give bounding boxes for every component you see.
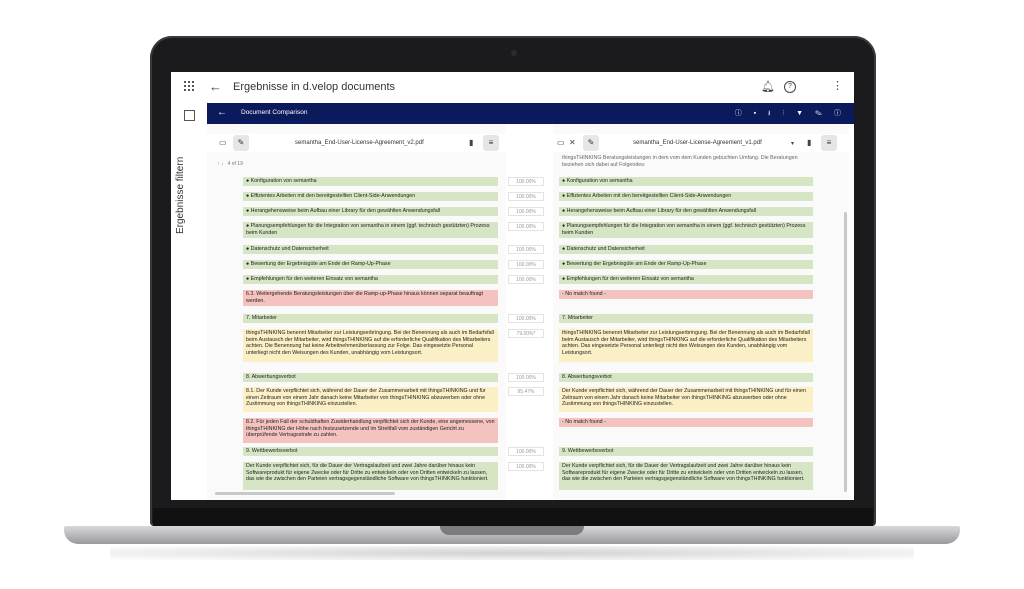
bell-icon[interactable]: 🔔︎ bbox=[761, 80, 775, 93]
left-row[interactable]: 9. Wettbewerbsverbot bbox=[243, 447, 498, 456]
right-row[interactable]: thingsTHINKING benennt Mitarbeiter zur L… bbox=[559, 329, 813, 362]
help-icon[interactable]: ? bbox=[784, 81, 796, 93]
image-icon[interactable]: ▭ bbox=[219, 138, 227, 147]
comparison-toolbar: ← Document Comparison ⓘ ▪ ⭳ ⫶ ▼ ✎ ⓘ bbox=[207, 103, 854, 124]
match-percentage: 100.00% bbox=[508, 177, 544, 186]
match-percentage: 95.47% bbox=[508, 387, 544, 396]
right-row[interactable]: ● Planungsempfehlungen für die Integrati… bbox=[559, 222, 813, 238]
left-row[interactable]: thingsTHINKING benennt Mitarbeiter zur L… bbox=[243, 329, 498, 362]
left-row[interactable]: ● Effizientes Arbeiten mit den bereitges… bbox=[243, 192, 498, 201]
image-icon[interactable]: ▭ bbox=[557, 138, 565, 147]
laptop-shadow bbox=[110, 546, 914, 560]
match-percentage: 100.00% bbox=[508, 462, 544, 471]
match-percentage: 100.00% bbox=[508, 207, 544, 216]
right-row[interactable]: 7. Mitarbeiter bbox=[559, 314, 813, 323]
filter-label[interactable]: Ergebnisse filtern bbox=[175, 157, 186, 234]
right-row[interactable]: ● Bewertung der Ergebnisgüte am Ende der… bbox=[559, 260, 813, 269]
match-percentage: 79.00%* bbox=[508, 329, 544, 338]
left-row[interactable]: ● Datenschutz und Datensicherheit bbox=[243, 245, 498, 254]
more-vert-icon[interactable]: ⋮ bbox=[832, 79, 843, 92]
right-row[interactable]: ● Herangehensweise beim Aufbau einer Lib… bbox=[559, 207, 813, 216]
comparison-back-icon[interactable]: ← bbox=[217, 107, 227, 118]
left-row[interactable]: ● Empfehlungen für den weiteren Einsatz … bbox=[243, 275, 498, 284]
right-row[interactable]: 8. Abwerbungsverbot bbox=[559, 373, 813, 382]
markup-icon[interactable]: ✎ bbox=[233, 135, 249, 151]
apps-grid-icon[interactable] bbox=[184, 81, 194, 91]
toolbar-icons[interactable]: ⓘ ▪ ⭳ ⫶ ▼ ✎ ⓘ bbox=[735, 108, 846, 120]
match-percentage: 100.00% bbox=[508, 222, 544, 231]
panel-toggle-icon[interactable] bbox=[184, 110, 195, 121]
left-row[interactable]: ● Bewertung der Ergebnisgüte am Ende der… bbox=[243, 260, 498, 269]
right-row[interactable]: Der Kunde verpflichtet sich, während der… bbox=[559, 387, 813, 412]
left-row[interactable]: 8.1. Der Kunde verpflichtet sich, währen… bbox=[243, 387, 498, 412]
comparison-title: Document Comparison bbox=[241, 109, 308, 116]
right-panel-header: ▭ ✕ ✎ semantha_End-User-License-Agreemen… bbox=[553, 134, 849, 152]
match-percentage: 100.00% bbox=[508, 373, 544, 382]
left-filename: semantha_End-User-License-Agreement_v2.p… bbox=[295, 140, 424, 146]
right-top-text: thingsTHINKING Beratungsleistungen in de… bbox=[562, 155, 798, 167]
match-percentage: 100.00% bbox=[508, 314, 544, 323]
right-row[interactable]: ● Effizientes Arbeiten mit den bereitges… bbox=[559, 192, 813, 201]
camera bbox=[511, 50, 517, 56]
right-row[interactable]: ● Empfehlungen für den weiteren Einsatz … bbox=[559, 275, 813, 284]
right-row[interactable]: - No match found - bbox=[559, 418, 813, 427]
right-row[interactable]: 9. Wettbewerbsverbot bbox=[559, 447, 813, 456]
page-title: Ergebnisse in d.velop documents bbox=[233, 81, 396, 93]
horizontal-scrollbar[interactable] bbox=[215, 492, 395, 495]
right-row[interactable]: ● Konfiguration von semantha bbox=[559, 177, 813, 186]
pager-text: 4 of 19 bbox=[227, 161, 243, 167]
app-bar: ← Ergebnisse in d.velop documents 🔔︎ ? ⋮ bbox=[171, 72, 854, 102]
lines-icon[interactable]: ≡ bbox=[821, 135, 837, 151]
filter-rail: Ergebnisse filtern bbox=[171, 102, 208, 500]
left-row[interactable]: ● Planungsempfehlungen für die Integrati… bbox=[243, 222, 498, 238]
laptop-notch bbox=[440, 526, 584, 535]
right-row[interactable]: ● Datenschutz und Datensicherheit bbox=[559, 245, 813, 254]
back-arrow-icon[interactable]: ← bbox=[209, 79, 222, 94]
left-row[interactable]: Der Kunde verpflichtet sich, für die Dau… bbox=[243, 462, 498, 490]
match-percentage: 100.00% bbox=[508, 192, 544, 201]
pager[interactable]: ↑ ↓ 4 of 19 bbox=[217, 161, 243, 167]
pdf-icon[interactable]: ▮ bbox=[807, 138, 811, 147]
left-panel-header: ▭ ✎ semantha_End-User-License-Agreement_… bbox=[207, 134, 506, 152]
close-markup-icon[interactable]: ✕ bbox=[569, 138, 576, 147]
match-percentage: 100.00% bbox=[508, 260, 544, 269]
right-filename: semantha_End-User-License-Agreement_v1.p… bbox=[633, 140, 762, 146]
left-row[interactable]: ● Herangehensweise beim Aufbau einer Lib… bbox=[243, 207, 498, 216]
lines-icon[interactable]: ≡ bbox=[483, 135, 499, 151]
left-row[interactable]: 7. Mitarbeiter bbox=[243, 314, 498, 323]
right-row[interactable]: Der Kunde verpflichtet sich, für die Dau… bbox=[559, 462, 813, 490]
laptop-chin bbox=[153, 508, 873, 526]
chevron-down-icon[interactable]: ▾ bbox=[791, 140, 794, 147]
right-row[interactable]: - No match found - bbox=[559, 290, 813, 299]
left-row[interactable]: 6.3. Weitergehende Beratungsleistungen ü… bbox=[243, 290, 498, 306]
markup-icon[interactable]: ✎ bbox=[583, 135, 599, 151]
left-row[interactable]: ● Konfiguration von semantha bbox=[243, 177, 498, 186]
match-percentage: 100.00% bbox=[508, 447, 544, 456]
vertical-scrollbar[interactable] bbox=[844, 212, 847, 492]
match-percentage: 100.00% bbox=[508, 275, 544, 284]
left-row[interactable]: 8. Abwerbungsverbot bbox=[243, 373, 498, 382]
screen: ← Ergebnisse in d.velop documents 🔔︎ ? ⋮… bbox=[171, 72, 854, 500]
left-row[interactable]: 8.2. Für jeden Fall der schuldhaften Zuw… bbox=[243, 418, 498, 443]
match-percentage: 100.00% bbox=[508, 245, 544, 254]
pdf-icon[interactable]: ▮ bbox=[469, 138, 473, 147]
